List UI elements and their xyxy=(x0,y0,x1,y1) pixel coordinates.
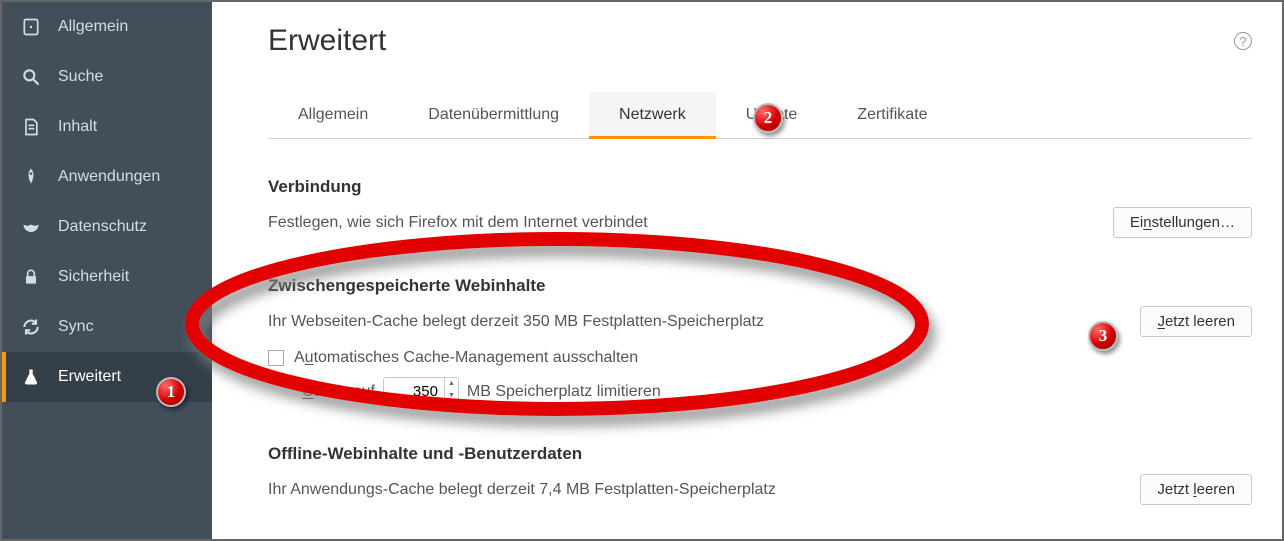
lock-icon xyxy=(20,266,42,288)
connection-title: Verbindung xyxy=(268,177,1252,197)
general-icon xyxy=(20,16,42,38)
override-cache-checkbox[interactable] xyxy=(268,350,284,366)
cached-desc: Ihr Webseiten-Cache belegt derzeit 350 M… xyxy=(268,313,764,331)
sidebar-item-security[interactable]: Sicherheit xyxy=(2,252,212,302)
cache-limit-prefix: Cache auf xyxy=(302,383,375,401)
connection-section: Verbindung Festlegen, wie sich Firefox m… xyxy=(268,177,1252,238)
spin-up-icon[interactable]: ▲ xyxy=(445,378,458,390)
override-cache-label: Automatisches Cache-Management ausschalt… xyxy=(294,349,638,367)
offline-desc: Ihr Anwendungs-Cache belegt derzeit 7,4 … xyxy=(268,481,776,499)
cached-title: Zwischengespeicherte Webinhalte xyxy=(268,276,1252,296)
clear-offline-button[interactable]: Jetzt leeren xyxy=(1140,474,1252,505)
sidebar-item-label: Sync xyxy=(58,318,94,336)
sidebar-item-label: Datenschutz xyxy=(58,218,147,236)
sidebar-item-label: Inhalt xyxy=(58,118,97,136)
offline-section: Offline-Webinhalte und -Benutzerdaten Ih… xyxy=(268,444,1252,505)
sync-icon xyxy=(20,316,42,338)
tab-strip: Allgemein Datenübermittlung Netzwerk Upd… xyxy=(268,92,1252,139)
offline-title: Offline-Webinhalte und -Benutzerdaten xyxy=(268,444,1252,464)
cache-size-input[interactable] xyxy=(384,378,444,405)
tab-general[interactable]: Allgemein xyxy=(268,92,398,138)
cache-size-stepper[interactable]: ▲▼ xyxy=(383,377,459,406)
sidebar-item-sync[interactable]: Sync xyxy=(2,302,212,352)
search-icon xyxy=(20,66,42,88)
sidebar-item-search[interactable]: Suche xyxy=(2,52,212,102)
sidebar-item-label: Sicherheit xyxy=(58,268,129,286)
help-icon[interactable]: ? xyxy=(1234,32,1252,50)
tab-certificates[interactable]: Zertifikate xyxy=(827,92,957,138)
main-panel: Erweitert ? Allgemein Datenübermittlung … xyxy=(212,2,1282,539)
flask-icon xyxy=(20,366,42,388)
document-icon xyxy=(20,116,42,138)
clear-cache-button[interactable]: Jetzt leeren xyxy=(1140,306,1252,337)
sidebar-item-general[interactable]: Allgemein xyxy=(2,2,212,52)
mask-icon xyxy=(20,216,42,238)
sidebar: Allgemein Suche Inhalt Anwendungen Daten… xyxy=(2,2,212,539)
cached-content-section: Zwischengespeicherte Webinhalte Ihr Webs… xyxy=(268,276,1252,406)
sidebar-item-label: Anwendungen xyxy=(58,168,160,186)
tab-update[interactable]: Update xyxy=(716,92,828,138)
spin-down-icon[interactable]: ▼ xyxy=(445,390,458,402)
connection-settings-button[interactable]: Einstellungen… xyxy=(1113,207,1252,238)
cache-limit-suffix: MB Speicherplatz limitieren xyxy=(467,383,661,401)
tab-network[interactable]: Netzwerk xyxy=(589,92,716,138)
page-title: Erweitert xyxy=(268,24,386,58)
sidebar-item-label: Erweitert xyxy=(58,368,121,386)
sidebar-item-advanced[interactable]: Erweitert xyxy=(2,352,212,402)
sidebar-item-apps[interactable]: Anwendungen xyxy=(2,152,212,202)
sidebar-item-privacy[interactable]: Datenschutz xyxy=(2,202,212,252)
sidebar-item-label: Allgemein xyxy=(58,18,128,36)
tab-data-submission[interactable]: Datenübermittlung xyxy=(398,92,589,138)
sidebar-item-content[interactable]: Inhalt xyxy=(2,102,212,152)
sidebar-item-label: Suche xyxy=(58,68,103,86)
rocket-icon xyxy=(20,166,42,188)
connection-desc: Festlegen, wie sich Firefox mit dem Inte… xyxy=(268,214,648,232)
